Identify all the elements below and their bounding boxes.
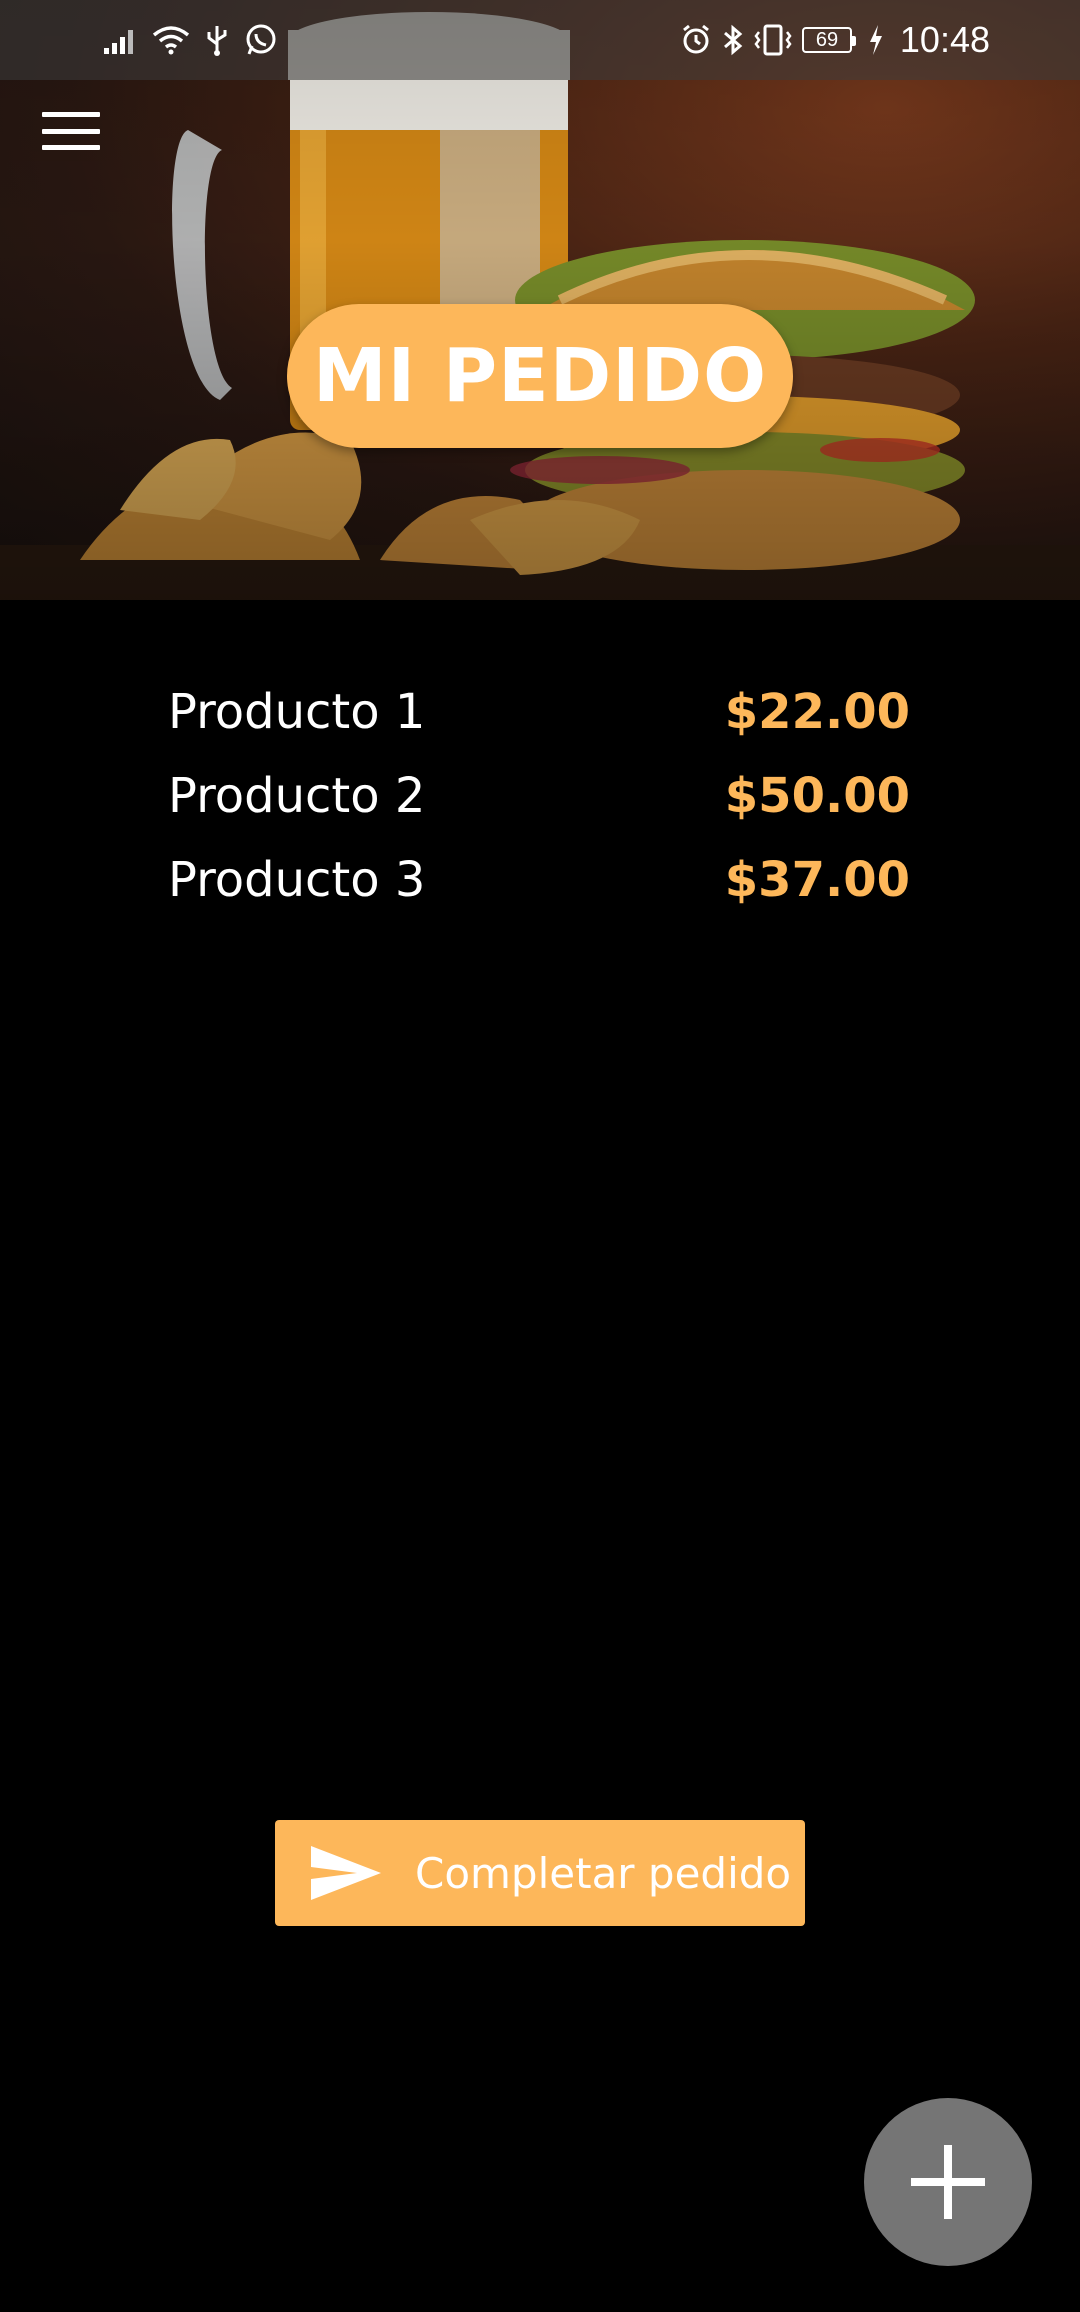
menu-line [42,145,100,150]
complete-order-button[interactable]: Completar pedido [275,1820,805,1926]
menu-line [42,112,100,117]
battery-icon: 69 [802,27,856,53]
product-price: $50.00 [724,768,910,824]
order-list: Producto 1 $22.00 Producto 2 $50.00 Prod… [168,670,910,922]
signal-icon [104,30,133,54]
charging-icon [870,25,882,55]
whatsapp-icon [246,24,276,55]
status-bar: 69 10:48 [0,0,1080,80]
status-time: 10:48 [899,19,990,60]
list-item: Producto 2 $50.00 [168,754,910,838]
product-name: Producto 3 [168,852,426,908]
battery-level: 69 [815,28,839,51]
wifi-icon [152,26,190,55]
plus-icon [911,2145,985,2219]
add-product-button[interactable] [864,2098,1032,2266]
menu-line [42,128,100,134]
page-title: MI PEDIDO [287,304,793,448]
list-item: Producto 1 $22.00 [168,670,910,754]
status-left-icons [104,20,278,60]
alarm-icon [683,24,709,54]
product-price: $37.00 [724,852,910,908]
complete-order-label: Completar pedido [415,1848,792,1898]
vibrate-icon [754,24,792,56]
product-name: Producto 1 [168,684,426,740]
bluetooth-icon [724,24,743,56]
product-name: Producto 2 [168,768,426,824]
hamburger-menu-icon[interactable] [40,106,102,156]
send-icon [311,1846,381,1900]
usb-icon [207,26,227,56]
hero-image [0,0,1080,600]
status-right-icons: 69 [680,20,884,60]
hero-shade [0,0,1080,600]
product-price: $22.00 [724,684,910,740]
list-item: Producto 3 $37.00 [168,838,910,922]
